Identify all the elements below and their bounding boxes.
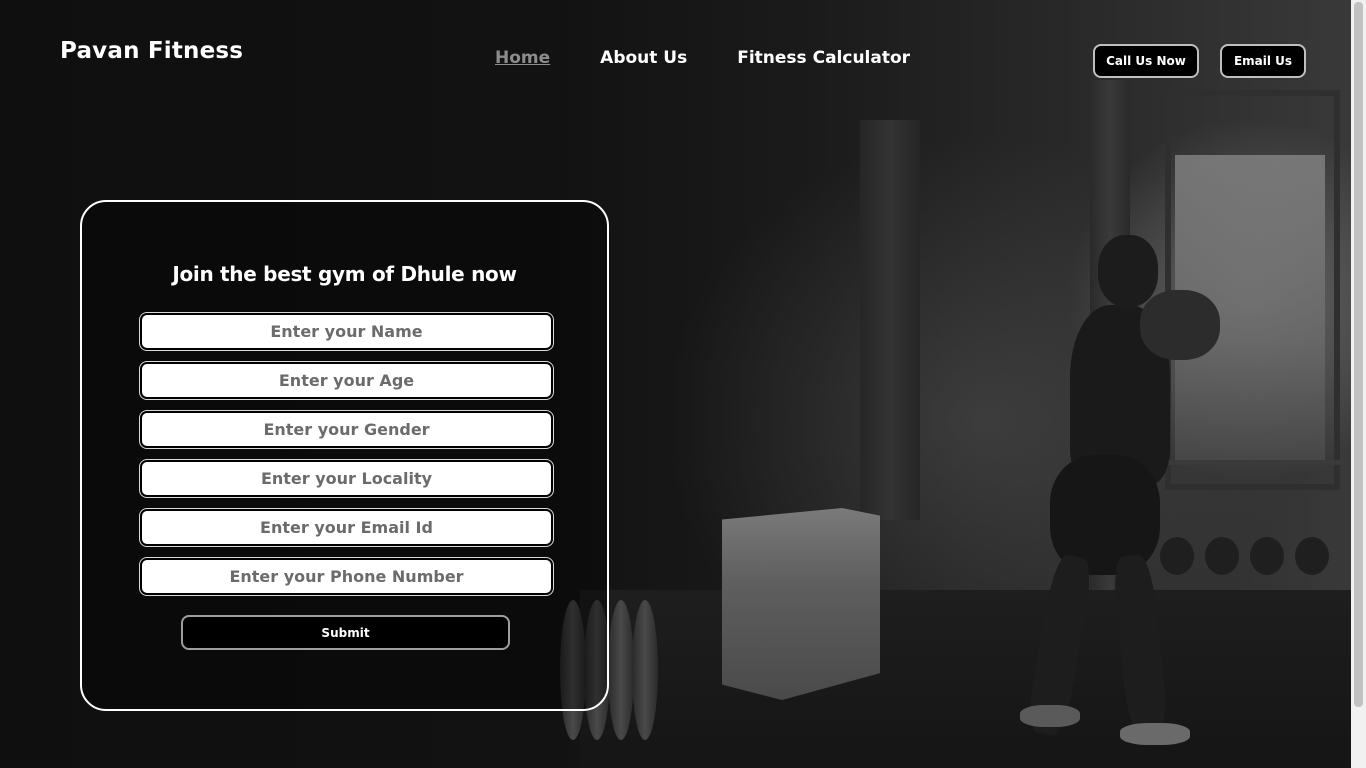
join-form-card: Join the best gym of Dhule now Submit: [80, 200, 609, 711]
main-nav: Home About Us Fitness Calculator: [495, 48, 910, 68]
floor: [580, 590, 1366, 768]
pillar: [860, 120, 920, 520]
boxing-glove-icon: [1140, 290, 1220, 360]
email-us-button[interactable]: Email Us: [1220, 44, 1306, 78]
phone-input[interactable]: [139, 557, 554, 596]
scrollbar-thumb[interactable]: [1354, 2, 1363, 707]
plyo-box: [722, 508, 880, 700]
call-us-button[interactable]: Call Us Now: [1093, 44, 1199, 78]
submit-button[interactable]: Submit: [181, 615, 510, 650]
nav-fitness-calculator[interactable]: Fitness Calculator: [737, 48, 910, 68]
boxer-head: [1098, 235, 1158, 307]
boxer-torso: [1070, 305, 1170, 485]
page: Pavan Fitness Home About Us Fitness Calc…: [0, 0, 1366, 768]
boxer-shoe: [1020, 705, 1080, 727]
brand-logo[interactable]: Pavan Fitness: [60, 38, 243, 64]
vertical-scrollbar[interactable]: [1351, 0, 1366, 768]
locality-input[interactable]: [139, 459, 554, 498]
email-input[interactable]: [139, 508, 554, 547]
gender-input[interactable]: [139, 410, 554, 449]
form-title: Join the best gym of Dhule now: [172, 262, 517, 286]
window-light: [1175, 155, 1325, 465]
nav-about-us[interactable]: About Us: [600, 48, 687, 68]
boxer-shoe: [1120, 723, 1190, 745]
boxer-leg: [1024, 552, 1096, 738]
boxer-hips: [1050, 455, 1160, 575]
kettlebell-rack: [1150, 460, 1350, 585]
window-frame: [1165, 90, 1340, 490]
pillar: [1090, 80, 1130, 600]
boxer-figure: [1020, 235, 1220, 755]
boxer-leg: [1110, 553, 1170, 737]
age-input[interactable]: [139, 361, 554, 400]
nav-home[interactable]: Home: [495, 48, 550, 68]
name-input[interactable]: [139, 312, 554, 351]
